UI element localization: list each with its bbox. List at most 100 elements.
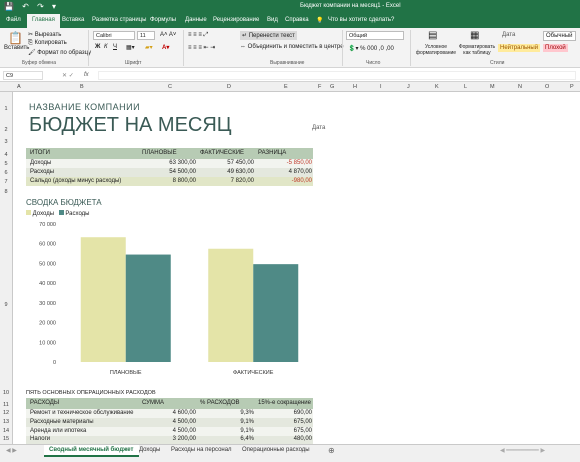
expenses-header[interactable]: РАСХОДЫ — [30, 400, 59, 406]
tab-view[interactable]: Вид — [267, 17, 278, 23]
column-header[interactable]: I — [380, 84, 382, 90]
row-header[interactable]: 2 — [0, 127, 12, 133]
style-date[interactable]: Дата — [500, 31, 517, 39]
row-header[interactable]: 8 — [0, 189, 12, 195]
row-header[interactable]: 5 — [0, 161, 12, 167]
expense-cell[interactable]: Налоги — [30, 436, 50, 442]
row-header[interactable]: 9 — [0, 302, 12, 308]
conditional-format-button[interactable]: Условное форматирование — [414, 44, 458, 56]
tell-me-search[interactable]: Что вы хотите сделать? — [328, 17, 394, 23]
font-grow-icon[interactable]: A˄ A˅ — [160, 32, 176, 38]
column-header[interactable]: O — [545, 84, 549, 90]
tab-file[interactable]: Файл — [6, 17, 21, 23]
summary-header[interactable]: РАЗНИЦА — [258, 150, 286, 156]
format-as-table-button[interactable]: Форматировать как таблицу — [457, 44, 497, 56]
budget-chart[interactable]: СВОДКА БЮДЖЕТА Доходы Расходы 70 000 60 0… — [22, 196, 322, 386]
summary-header[interactable]: ПЛАНОВЫЕ — [142, 150, 177, 156]
expense-cell[interactable]: 9,1% — [200, 419, 254, 425]
expense-cell[interactable]: 690,00 — [258, 410, 312, 416]
row-header[interactable]: 12 — [0, 410, 12, 416]
row-header[interactable]: 4 — [0, 152, 12, 158]
summary-cell[interactable]: 7 820,00 — [200, 178, 254, 184]
row-header[interactable]: 1 — [0, 106, 12, 112]
column-header[interactable]: H — [353, 84, 357, 90]
chart-bar[interactable] — [253, 264, 299, 362]
tab-help[interactable]: Справка — [285, 17, 309, 23]
expense-cell[interactable]: 9,1% — [200, 428, 254, 434]
align-top-icon[interactable]: ≡ ≡ ≡ ⤢ — [188, 32, 208, 39]
expenses-header[interactable]: 15%-е сокращение — [258, 400, 311, 406]
expense-cell[interactable]: Аренда или ипотека — [30, 428, 86, 434]
quick-access-toolbar[interactable]: 💾 ↶ ↷ ▾ — [4, 2, 59, 11]
font-name-select[interactable]: Calibri — [93, 31, 135, 40]
budget-title[interactable]: БЮДЖЕТ НА МЕСЯЦ — [29, 114, 232, 137]
expense-cell[interactable]: Ремонт и техническое обслуживание — [30, 410, 133, 416]
column-header[interactable]: M — [490, 84, 495, 90]
column-header[interactable]: P — [570, 84, 574, 90]
copy-button[interactable]: ⎘ Копировать — [28, 40, 67, 47]
expense-cell[interactable]: 3 200,00 — [142, 436, 196, 442]
chart-bar[interactable] — [80, 237, 126, 362]
style-normal[interactable]: Обычный — [543, 31, 576, 41]
expense-cell[interactable]: 6,4% — [200, 436, 254, 442]
expense-cell[interactable]: 675,00 — [258, 419, 312, 425]
expense-cell[interactable]: 9,3% — [200, 410, 254, 416]
column-header[interactable]: G — [330, 84, 334, 90]
summary-cell[interactable]: Доходы — [30, 160, 51, 166]
borders-icon[interactable]: ▦▾ — [126, 44, 135, 51]
tab-data[interactable]: Данные — [185, 17, 207, 23]
column-header[interactable]: K — [435, 84, 439, 90]
column-header[interactable]: A — [17, 84, 21, 90]
expense-cell[interactable]: 675,00 — [258, 428, 312, 434]
summary-cell[interactable]: 54 500,00 — [142, 169, 196, 175]
summary-cell[interactable]: 8 800,00 — [142, 178, 196, 184]
paste-button[interactable]: Вставить — [4, 45, 29, 51]
company-name[interactable]: НАЗВАНИЕ КОМПАНИИ — [29, 102, 140, 112]
summary-header[interactable]: ФАКТИЧЕСКИЕ — [200, 150, 244, 156]
column-header[interactable]: D — [227, 84, 231, 90]
summary-cell[interactable]: 57 450,00 — [200, 160, 254, 166]
row-header[interactable]: 3 — [0, 139, 12, 145]
expense-cell[interactable]: 4 500,00 — [142, 428, 196, 434]
horizontal-scrollbar[interactable]: ◀ ━━━━━━━━━ ▶ — [500, 447, 545, 454]
column-header[interactable]: L — [464, 84, 467, 90]
column-header[interactable]: B — [80, 84, 84, 90]
row-header[interactable]: 10 — [0, 390, 12, 396]
summary-header[interactable]: ИТОГИ — [30, 150, 50, 156]
chart-bar[interactable] — [125, 254, 171, 362]
fill-color-icon[interactable]: ▰▾ — [145, 44, 153, 51]
column-header[interactable]: F — [318, 84, 321, 90]
chart-bar[interactable] — [208, 248, 254, 362]
expenses-header[interactable]: % РАСХОДОВ — [200, 400, 240, 406]
sheet-tab-summary[interactable]: Сводный месячный бюджет — [44, 445, 139, 457]
summary-cell[interactable]: Сальдо (доходы минус расходы) — [30, 178, 121, 184]
conditional-format-icon[interactable]: ▤ — [428, 30, 437, 41]
format-table-icon[interactable]: ▦ — [470, 30, 479, 41]
row-header[interactable]: 11 — [0, 402, 12, 408]
row-header[interactable]: 14 — [0, 428, 12, 434]
expense-cell[interactable]: 480,00 — [258, 436, 312, 442]
row-header[interactable]: 13 — [0, 419, 12, 425]
row-header[interactable]: 15 — [0, 436, 12, 442]
formula-input[interactable] — [98, 71, 576, 80]
expense-cell[interactable]: 4 600,00 — [142, 410, 196, 416]
currency-icon[interactable]: 💲▾ % 000 ,0 ,00 — [348, 45, 394, 52]
wrap-text-button[interactable]: ↵ Перенести текст — [240, 31, 297, 40]
expenses-header[interactable]: СУММА — [142, 400, 164, 406]
summary-cell[interactable]: Расходы — [30, 169, 54, 175]
summary-cell[interactable]: -980,00 — [258, 178, 312, 184]
column-header[interactable]: E — [284, 84, 288, 90]
underline-button[interactable]: Ч — [113, 44, 117, 50]
name-box[interactable]: C9 — [3, 71, 43, 80]
expense-cell[interactable]: Расходные материалы — [30, 419, 94, 425]
cancel-icon[interactable]: ✕ ✓ — [62, 72, 74, 79]
row-header[interactable]: 6 — [0, 170, 12, 176]
format-painter-button[interactable]: 🖌 Формат по образцу — [28, 49, 91, 56]
merge-center-button[interactable]: ⇔ Объединить и поместить в центре — [240, 44, 344, 50]
number-format-select[interactable]: Общий — [346, 31, 404, 40]
expenses-title[interactable]: ПЯТЬ ОСНОВНЫХ ОПЕРАЦИОННЫХ РАСХОДОВ — [26, 390, 156, 396]
style-neutral[interactable]: Нейтральный — [498, 44, 541, 52]
column-header[interactable]: J — [407, 84, 410, 90]
summary-cell[interactable]: 4 870,00 — [258, 169, 312, 175]
column-header[interactable]: C — [168, 84, 172, 90]
